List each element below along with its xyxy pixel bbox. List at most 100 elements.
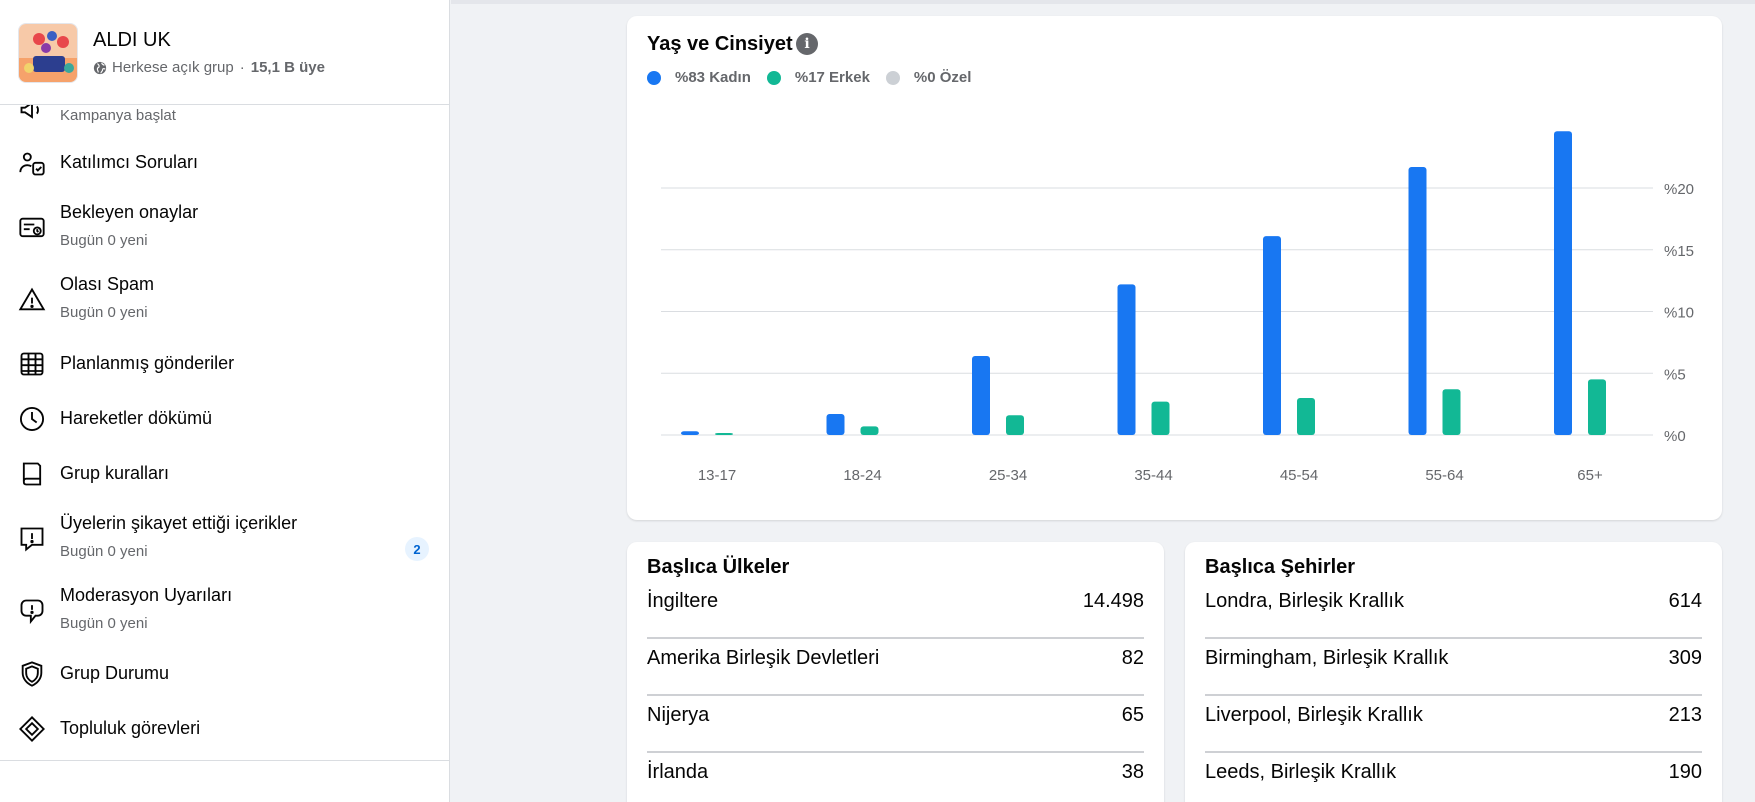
y-tick-label: %15 (1664, 243, 1694, 260)
country-value: 14.498 (1082, 590, 1144, 612)
city-name: Liverpool, Birleşik Krallık (1205, 704, 1423, 726)
sidebar-item-label: Grup Durumu (60, 663, 170, 683)
sidebar-item-sub: Bugün 0 yeni (60, 232, 148, 249)
sidebar-item-activity-log[interactable]: Hareketler dökümü (0, 391, 449, 447)
card-title: Başlıca Şehirler (1205, 556, 1356, 578)
city-value: 614 (1668, 590, 1702, 612)
sidebar-item-sub: Bugün 0 yeni (60, 615, 148, 632)
country-name: Amerika Birleşik Devletleri (647, 647, 880, 669)
admin-sidebar: Kampanya başlat Katılımcı Soruları Bekle… (0, 0, 450, 802)
globe-icon (93, 61, 107, 74)
meta-separator: · (239, 59, 245, 76)
card-title: Başlıca Ülkeler (647, 556, 790, 578)
country-name: Nijerya (647, 704, 710, 726)
y-tick-label: %20 (1664, 181, 1694, 198)
sidebar-item-pending-approvals[interactable]: Bekleyen onaylar Bugün 0 yeni (0, 200, 449, 256)
pending-icon (18, 214, 46, 242)
age-gender-card: Yaş ve Cinsiyet i %83 Kadın %17 Erkek %0… (627, 16, 1722, 520)
top-countries-card: Başlıca Ülkeler İngiltere 14.498 Amerika… (627, 542, 1164, 802)
bar-male (1151, 401, 1170, 435)
sidebar-item-label: Katılımcı Soruları (60, 152, 199, 172)
table-row: Birmingham, Birleşik Krallık 309 (1205, 639, 1702, 696)
sidebar-item-possible-spam[interactable]: Olası Spam Bugün 0 yeni (0, 272, 449, 328)
sidebar-item-label: Bekleyen onaylar (60, 202, 199, 222)
sidebar-item-sub: Bugün 0 yeni (60, 304, 148, 321)
bar-male (1297, 397, 1315, 435)
calendar-icon (18, 350, 46, 378)
bar-female (681, 431, 699, 435)
diamond-icon (18, 715, 46, 743)
table-row: Londra, Birleşik Krallık 614 (1205, 582, 1702, 639)
sidebar-item-group-status[interactable]: Grup Durumu (0, 646, 449, 702)
bar-male (1442, 389, 1461, 435)
sidebar-item-label: Topluluk görevleri (60, 718, 201, 738)
age-gender-bar-chart: %0 %5 %10 %15 %20 13-17 18-24 25-34 35-44 45-54 55… (661, 131, 1694, 484)
report-icon (18, 525, 46, 553)
bar-male (1588, 379, 1606, 435)
alert-bubble-icon (18, 597, 46, 625)
sidebar-divider (0, 760, 449, 761)
country-name: İngiltere (647, 590, 719, 612)
city-name: Birmingham, Birleşik Krallık (1205, 647, 1449, 669)
sidebar-item-label: Hareketler dökümü (60, 408, 213, 428)
x-tick-label: 65+ (1577, 467, 1603, 484)
notification-badge: 2 (405, 537, 429, 561)
shield-icon (18, 660, 46, 688)
sidebar-item-label: Grup kuralları (60, 463, 170, 483)
group-header: ALDI UK Herkese açık grup · 15,1 B üye (0, 0, 449, 105)
x-tick-label: 45-54 (1280, 467, 1318, 484)
bar-female (1263, 236, 1281, 435)
bar-female (1408, 167, 1427, 435)
sidebar-item-moderation-alerts[interactable]: Moderasyon Uyarıları Bugün 0 yeni (0, 583, 449, 639)
group-name[interactable]: ALDI UK (93, 29, 171, 52)
group-avatar[interactable] (18, 23, 78, 83)
x-tick-label: 13-17 (698, 467, 736, 484)
country-value: 38 (1121, 761, 1144, 783)
sidebar-item-label: Olası Spam (60, 274, 155, 294)
sidebar-item-label: Planlanmış gönderiler (60, 353, 235, 373)
sidebar-item-sub: Kampanya başlat (60, 107, 176, 124)
bar-female (972, 355, 990, 435)
city-value: 309 (1668, 647, 1702, 669)
sidebar-item-label: Moderasyon Uyarıları (60, 585, 233, 605)
sidebar-item-reported-content[interactable]: Üyelerin şikayet ettiği içerikler Bugün … (0, 511, 449, 567)
country-value: 82 (1121, 647, 1144, 669)
sidebar-item-scheduled-posts[interactable]: Planlanmış gönderiler (0, 336, 449, 392)
y-tick-label: %0 (1664, 428, 1686, 445)
person-question-icon (18, 150, 46, 178)
city-value: 190 (1668, 761, 1702, 783)
sidebar-item-community-tasks[interactable]: Topluluk görevleri (0, 701, 449, 757)
table-row: İngiltere 14.498 (647, 582, 1144, 639)
city-name: Leeds, Birleşik Krallık (1205, 761, 1397, 783)
group-meta: Herkese açık grup · 15,1 B üye (93, 59, 325, 76)
country-value: 65 (1121, 704, 1144, 726)
city-name: Londra, Birleşik Krallık (1205, 590, 1404, 612)
bar-female (1554, 131, 1572, 435)
sidebar-item-participant-questions[interactable]: Katılımcı Soruları (0, 136, 449, 192)
book-icon (18, 460, 46, 488)
table-row: Amerika Birleşik Devletleri 82 (647, 639, 1144, 696)
sidebar-item-sub: Bugün 0 yeni (60, 543, 148, 560)
top-divider (451, 0, 1755, 4)
table-row: Liverpool, Birleşik Krallık 213 (1205, 696, 1702, 753)
x-tick-label: 18-24 (843, 467, 881, 484)
clock-icon (18, 405, 46, 433)
y-tick-label: %5 (1664, 366, 1686, 383)
x-tick-label: 25-34 (989, 467, 1027, 484)
member-count[interactable]: 15,1 B üye (251, 59, 325, 76)
country-name: İrlanda (647, 761, 709, 783)
warning-icon (18, 286, 46, 314)
sidebar-item-label: Üyelerin şikayet ettiği içerikler (60, 513, 298, 533)
sidebar-item-group-rules[interactable]: Grup kuralları (0, 446, 449, 502)
bar-female (1117, 284, 1136, 435)
bar-male (860, 426, 879, 435)
top-cities-card: Başlıca Şehirler Londra, Birleşik Krallı… (1185, 542, 1722, 802)
group-privacy: Herkese açık grup (112, 59, 234, 76)
table-row: Leeds, Birleşik Krallık 190 (1205, 753, 1702, 802)
bar-male (715, 433, 733, 435)
table-row: İrlanda 38 (647, 753, 1144, 802)
y-tick-label: %10 (1664, 305, 1694, 322)
x-tick-label: 35-44 (1134, 467, 1172, 484)
city-value: 213 (1668, 704, 1702, 726)
table-row: Nijerya 65 (647, 696, 1144, 753)
